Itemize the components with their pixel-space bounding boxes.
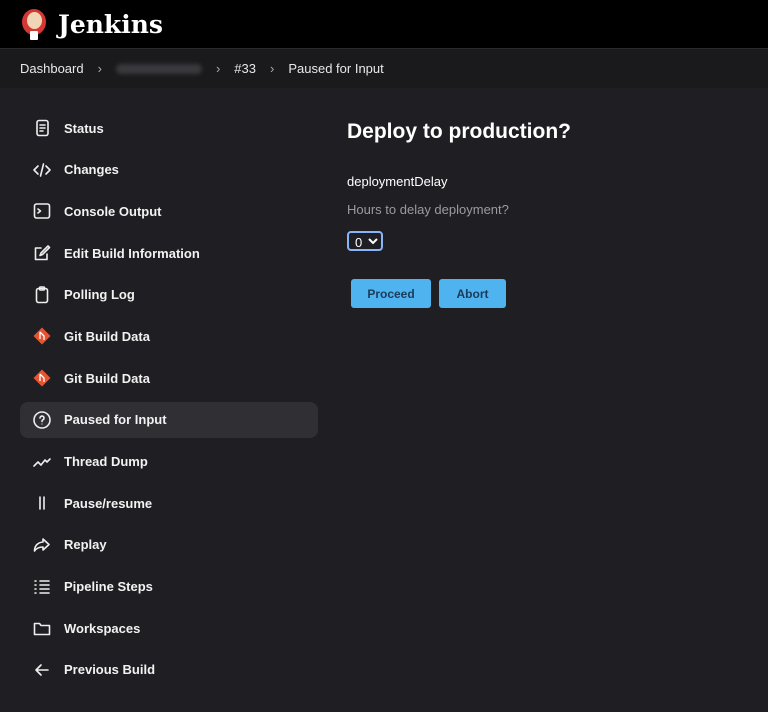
code-icon [33,162,51,177]
sidebar-item-label: Pipeline Steps [64,579,153,595]
abort-button[interactable]: Abort [439,279,506,308]
sidebar-item-paused-for-input[interactable]: Paused for Input [20,401,318,438]
jenkins-logo[interactable] [20,7,48,41]
sidebar-item-label: Previous Build [64,662,156,678]
breadcrumb: Dashboard › › #33 › Paused for Input [0,48,768,88]
parameter-description: Hours to delay deployment? [347,202,509,217]
breadcrumb-current[interactable]: Paused for Input [288,61,383,76]
sidebar-item-label: Workspaces [64,620,141,636]
arrow-left-icon [35,664,49,676]
sidebar-item-console-output[interactable]: Console Output [20,193,318,229]
sidebar-item-label: Replay [64,537,107,553]
sidebar-item-label: Pause/resume [64,495,153,511]
sidebar-item-git-build-data[interactable]: Git Build Data [20,318,318,354]
header: Jenkins [0,0,768,48]
sidebar-item-workspaces[interactable]: Workspaces [20,610,318,646]
sidebar-item-label: Git Build Data [64,328,150,344]
sidebar-item-label: Edit Build Information [64,245,200,261]
sidebar-item-polling-log[interactable]: Polling Log [20,277,318,313]
sidebar-item-label: Console Output [64,203,162,219]
chevron-right-icon: › [97,61,102,76]
git-icon [33,369,51,387]
pause-icon [39,496,45,510]
sidebar-item-previous-build[interactable]: Previous Build [20,652,318,688]
clipboard-icon [35,285,49,304]
folder-icon [33,622,51,636]
sidebar-item-changes[interactable]: Changes [20,152,318,188]
sidebar-item-pipeline-steps[interactable]: Pipeline Steps [20,569,318,605]
edit-icon [34,245,51,261]
breadcrumb-build[interactable]: #33 [234,61,256,76]
app-title[interactable]: Jenkins [58,10,163,39]
sidebar-item-replay[interactable]: Replay [20,527,318,563]
sidebar-item-label: Thread Dump [64,454,148,469]
breadcrumb-job-redacted[interactable] [115,63,202,74]
sidebar: Status Changes Console Output Edit Build In… [20,110,318,694]
parameter-name: deploymentDelay [347,174,448,189]
pulse-icon [33,457,51,467]
help-circle-icon [33,411,51,429]
sidebar-item-status[interactable]: Status [20,110,318,146]
sidebar-item-label: Changes [64,162,119,178]
sidebar-item-label: Status [64,120,104,136]
input-form: Deploy to production? deploymentDelay Ho… [347,120,571,308]
document-icon [36,119,49,137]
git-icon [33,327,51,345]
sidebar-item-pause-resume[interactable]: Pause/resume [20,485,318,521]
sidebar-item-edit-build-information[interactable]: Edit Build Information [20,235,318,271]
sidebar-item-git-build-data[interactable]: Git Build Data [20,360,318,396]
terminal-icon [33,203,51,220]
proceed-button[interactable]: Proceed [351,279,431,308]
sidebar-item-label: Git Build Data [64,370,150,386]
deployment-delay-select[interactable]: 0 [347,231,383,251]
breadcrumb-dashboard[interactable]: Dashboard [20,61,84,76]
sidebar-item-label: Polling Log [64,287,135,303]
chevron-right-icon: › [270,61,275,76]
sidebar-item-thread-dump[interactable]: Thread Dump [20,444,318,480]
sidebar-item-label: Paused for Input [64,412,167,428]
chevron-right-icon: › [215,61,221,76]
list-icon [34,579,50,594]
replay-icon [33,538,50,552]
page-title: Deploy to production? [347,120,571,143]
